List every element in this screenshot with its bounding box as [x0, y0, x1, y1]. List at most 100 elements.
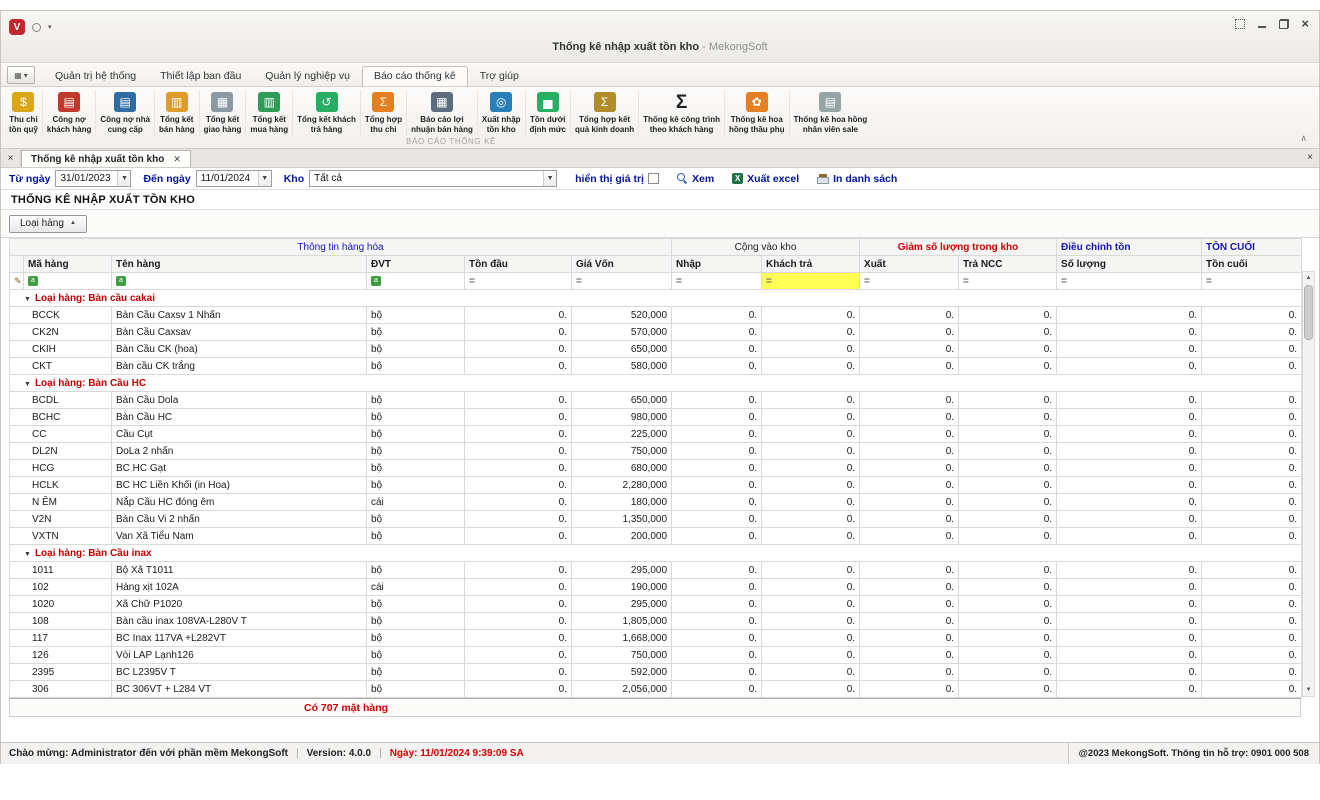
cell-ton-cuoi[interactable]: 0. [1202, 613, 1302, 630]
view-button[interactable]: Xem [677, 173, 714, 185]
filter-cell-ton-dau[interactable]: = [465, 273, 572, 290]
cell-khach-tra[interactable]: 0. [762, 528, 860, 545]
cell-ton-dau[interactable]: 0. [465, 579, 572, 596]
sales-commission-button[interactable]: ▤Thống kê hoa hồng nhân viên sale [789, 90, 872, 136]
cell-xuat[interactable]: 0. [860, 392, 959, 409]
cell-gia-von[interactable]: 680,000 [572, 460, 672, 477]
cell-nhap[interactable]: 0. [672, 681, 762, 698]
cell-ten-hang[interactable]: BC 306VT + L284 VT [112, 681, 367, 698]
scroll-down-icon[interactable]: ▼ [1303, 684, 1314, 696]
cell-tra-ncc[interactable]: 0. [959, 664, 1057, 681]
cell-dvt[interactable]: bộ [367, 647, 465, 664]
cell-tra-ncc[interactable]: 0. [959, 443, 1057, 460]
cell-tra-ncc[interactable]: 0. [959, 494, 1057, 511]
menu-tab-quan-tri-he-thong[interactable]: Quản trị hệ thống [43, 66, 148, 86]
purchase-summary-button[interactable]: ▥Tổng kết mua hàng [245, 90, 292, 136]
cell-ma-hang[interactable]: BCHC [10, 409, 112, 426]
cell-gia-von[interactable]: 1,350,000 [572, 511, 672, 528]
scrollbar-thumb[interactable] [1304, 285, 1313, 340]
cell-dvt[interactable]: bộ [367, 477, 465, 494]
cell-dvt[interactable]: bộ [367, 460, 465, 477]
cell-gia-von[interactable]: 200,000 [572, 528, 672, 545]
tabbar-close-icon[interactable]: × [1307, 152, 1313, 163]
cell-gia-von[interactable]: 650,000 [572, 341, 672, 358]
cell-ton-cuoi[interactable]: 0. [1202, 664, 1302, 681]
cell-xuat[interactable]: 0. [860, 341, 959, 358]
collapse-arrow-icon[interactable]: ▼ [24, 296, 31, 303]
group-row-cell[interactable]: ▼Loại hàng: Bàn cầu cakai [10, 290, 1302, 307]
cell-ma-hang[interactable]: CC [10, 426, 112, 443]
group-row-loai-hang-ban-cau-inax[interactable]: ▼Loại hàng: Bàn Cầu inax [10, 545, 1302, 562]
cell-xuat[interactable]: 0. [860, 426, 959, 443]
cell-dvt[interactable]: bộ [367, 562, 465, 579]
cell-ten-hang[interactable]: Bàn Cầu CK (hoa) [112, 341, 367, 358]
cell-dvt[interactable]: bộ [367, 307, 465, 324]
ribbon-collapse-chevron-up-icon[interactable]: ∧ [1300, 133, 1307, 144]
cell-so-luong[interactable]: 0. [1057, 528, 1202, 545]
cell-xuat[interactable]: 0. [860, 647, 959, 664]
cell-ma-hang[interactable]: HCG [10, 460, 112, 477]
cell-ten-hang[interactable]: Bàn Cầu Caxsav [112, 324, 367, 341]
cell-nhap[interactable]: 0. [672, 562, 762, 579]
column-header-gia-von[interactable]: Giá Vốn [572, 256, 672, 273]
cell-nhap[interactable]: 0. [672, 443, 762, 460]
cell-tra-ncc[interactable]: 0. [959, 681, 1057, 698]
print-list-button[interactable]: In danh sách [817, 173, 897, 185]
cell-nhap[interactable]: 0. [672, 528, 762, 545]
cell-khach-tra[interactable]: 0. [762, 562, 860, 579]
menu-tab-quan-ly-nghiep-vu[interactable]: Quản lý nghiệp vụ [253, 66, 362, 86]
cell-so-luong[interactable]: 0. [1057, 409, 1202, 426]
cell-nhap[interactable]: 0. [672, 596, 762, 613]
cell-ten-hang[interactable]: Nắp Cầu HC đóng êm [112, 494, 367, 511]
cell-tra-ncc[interactable]: 0. [959, 528, 1057, 545]
cell-gia-von[interactable]: 180,000 [572, 494, 672, 511]
cell-gia-von[interactable]: 190,000 [572, 579, 672, 596]
cell-xuat[interactable]: 0. [860, 494, 959, 511]
cell-ton-dau[interactable]: 0. [465, 647, 572, 664]
cell-gia-von[interactable]: 1,668,000 [572, 630, 672, 647]
cell-khach-tra[interactable]: 0. [762, 341, 860, 358]
cell-tra-ncc[interactable]: 0. [959, 511, 1057, 528]
cell-ten-hang[interactable]: Bàn Cầu Caxsv 1 Nhấn [112, 307, 367, 324]
cell-ten-hang[interactable]: Xã Chữ P1020 [112, 596, 367, 613]
cell-ton-cuoi[interactable]: 0. [1202, 460, 1302, 477]
cell-nhap[interactable]: 0. [672, 409, 762, 426]
cell-tra-ncc[interactable]: 0. [959, 324, 1057, 341]
cell-khach-tra[interactable]: 0. [762, 511, 860, 528]
cell-xuat[interactable]: 0. [860, 528, 959, 545]
cell-ten-hang[interactable]: BC HC Liền Khối (in Hoa) [112, 477, 367, 494]
cell-khach-tra[interactable]: 0. [762, 426, 860, 443]
cell-ton-dau[interactable]: 0. [465, 494, 572, 511]
cell-tra-ncc[interactable]: 0. [959, 307, 1057, 324]
cell-ton-dau[interactable]: 0. [465, 324, 572, 341]
low-stock-button[interactable]: ▅Tồn dưới định mức [525, 90, 570, 136]
warehouse-select[interactable]: Tất cả ▼ [309, 170, 557, 187]
cell-ton-cuoi[interactable]: 0. [1202, 528, 1302, 545]
cash-fund-button[interactable]: $Thu chi tồn quỹ [5, 90, 42, 136]
cell-xuat[interactable]: 0. [860, 630, 959, 647]
cell-ton-dau[interactable]: 0. [465, 613, 572, 630]
cell-tra-ncc[interactable]: 0. [959, 392, 1057, 409]
cell-ton-cuoi[interactable]: 0. [1202, 324, 1302, 341]
cell-so-luong[interactable]: 0. [1057, 562, 1202, 579]
cell-ton-cuoi[interactable]: 0. [1202, 409, 1302, 426]
cell-nhap[interactable]: 0. [672, 630, 762, 647]
cell-nhap[interactable]: 0. [672, 460, 762, 477]
customer-return-button[interactable]: ↺Tổng kết khách trả hàng [292, 90, 360, 136]
cell-khach-tra[interactable]: 0. [762, 324, 860, 341]
cell-dvt[interactable]: bộ [367, 511, 465, 528]
column-header-nhap[interactable]: Nhập [672, 256, 762, 273]
cell-ton-dau[interactable]: 0. [465, 358, 572, 375]
cell-dvt[interactable]: bộ [367, 409, 465, 426]
cell-ton-cuoi[interactable]: 0. [1202, 647, 1302, 664]
collapse-arrow-icon[interactable]: ▼ [24, 381, 31, 388]
cell-khach-tra[interactable]: 0. [762, 392, 860, 409]
cell-ten-hang[interactable]: Hàng xịt 102A [112, 579, 367, 596]
menu-tab-tro-giup[interactable]: Trợ giúp [468, 66, 531, 86]
cell-gia-von[interactable]: 225,000 [572, 426, 672, 443]
cell-gia-von[interactable]: 750,000 [572, 647, 672, 664]
cell-ton-dau[interactable]: 0. [465, 443, 572, 460]
cell-khach-tra[interactable]: 0. [762, 358, 860, 375]
column-header-dvt[interactable]: ĐVT [367, 256, 465, 273]
cell-nhap[interactable]: 0. [672, 494, 762, 511]
